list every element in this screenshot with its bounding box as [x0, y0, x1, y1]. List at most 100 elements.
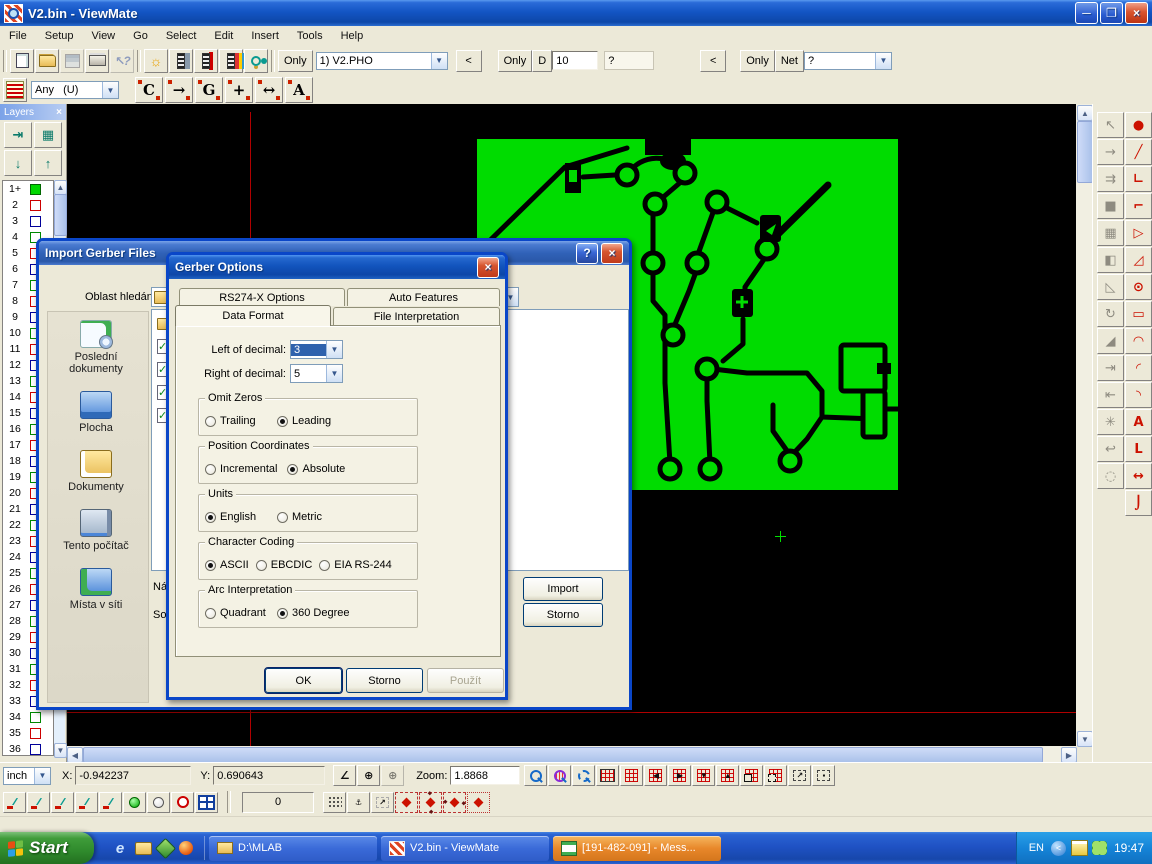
place-desktop[interactable]: Plocha — [48, 391, 144, 434]
tray-app-icon[interactable] — [1071, 840, 1088, 856]
pad-pattern-3-button[interactable] — [443, 792, 466, 813]
chevron-down-icon[interactable]: ▼ — [431, 53, 447, 69]
film-target-button[interactable] — [194, 49, 218, 73]
draw-arc-ccw-tool[interactable]: ◜ — [1125, 355, 1152, 381]
scroll-up-button[interactable]: ▲ — [54, 180, 67, 195]
pan-left-button[interactable]: ◀ — [644, 765, 667, 786]
help-button[interactable]: ? — [576, 243, 598, 264]
measure-pad-button[interactable] — [51, 792, 74, 813]
tab-auto-features[interactable]: Auto Features — [347, 288, 500, 306]
gerber-cancel-button[interactable]: Storno — [346, 668, 423, 693]
zoom-window-button[interactable] — [572, 765, 595, 786]
dcode-goto-button[interactable]: → — [165, 77, 193, 103]
pan-right-button[interactable]: ▶ — [668, 765, 691, 786]
left-of-decimal-select[interactable]: 3 ▼ — [290, 340, 343, 359]
copy-tool[interactable]: ⇉ — [1097, 166, 1124, 192]
aperture-grid-button[interactable] — [3, 78, 27, 102]
rotate-tool[interactable]: ↻ — [1097, 301, 1124, 327]
draw-circle-tool[interactable]: ⊙ — [1125, 274, 1152, 300]
grid-snap-button[interactable] — [740, 765, 763, 786]
vertical-scroll-thumb[interactable] — [1077, 121, 1093, 183]
draw-bend-tool[interactable]: ⌡ — [1125, 490, 1152, 516]
place-network[interactable]: Místa v síti — [48, 568, 144, 611]
film-colors-button[interactable] — [219, 49, 243, 73]
radio-option[interactable]: ASCII — [205, 559, 249, 571]
scroll-right-button[interactable]: ▶ — [1061, 747, 1077, 763]
horizontal-scroll-thumb[interactable] — [83, 747, 1043, 763]
ie-quicklaunch-icon[interactable]: e — [111, 839, 129, 857]
measure-edge-button[interactable] — [75, 792, 98, 813]
menu-item[interactable]: Insert — [242, 28, 288, 44]
layer-color-swatch[interactable] — [30, 184, 41, 195]
new-file-button[interactable] — [10, 49, 34, 73]
undo-tool[interactable]: ↩ — [1097, 436, 1124, 462]
chevron-down-icon[interactable]: ▼ — [326, 365, 342, 382]
dcode-aperture-button[interactable]: A — [285, 77, 313, 103]
only-dcode-button[interactable]: Only — [498, 50, 533, 72]
canvas-vertical-scrollbar[interactable]: ▲ ▼ — [1076, 104, 1092, 746]
radio-icon[interactable] — [277, 512, 288, 523]
highlight-off-button[interactable] — [147, 792, 170, 813]
layer-color-swatch[interactable] — [30, 712, 41, 723]
layer-row[interactable]: 1+ — [3, 181, 53, 197]
dcode-input[interactable]: 10 — [552, 51, 598, 70]
grid-dots-button[interactable] — [323, 792, 346, 813]
layer-color-swatch[interactable] — [30, 200, 41, 211]
chevron-down-icon[interactable]: ▼ — [102, 82, 118, 98]
task-messenger[interactable]: [191-482-091] - Mess... — [553, 836, 721, 861]
open-file-button[interactable] — [35, 49, 59, 73]
draw-corner-tool[interactable]: ⌐ — [1125, 193, 1152, 219]
radio-option[interactable]: EIA RS-244 — [319, 559, 391, 571]
tray-chevron-icon[interactable]: < — [1051, 841, 1066, 856]
menu-item[interactable]: Select — [157, 28, 206, 44]
previous-net-button[interactable]: < — [700, 50, 726, 72]
ok-button[interactable]: OK — [265, 668, 342, 693]
radio-icon[interactable] — [205, 560, 216, 571]
radio-icon[interactable] — [277, 416, 288, 427]
radio-option[interactable]: English — [205, 511, 267, 523]
minimize-button[interactable]: ─ — [1075, 2, 1098, 24]
draw-triangle-tool[interactable]: ◿ — [1125, 247, 1152, 273]
radio-option[interactable]: Metric — [277, 511, 339, 523]
menu-item[interactable]: Edit — [205, 28, 242, 44]
copy-layer-tool[interactable]: ⇤ — [1097, 382, 1124, 408]
angle-measure-button[interactable]: ∠ — [333, 765, 356, 786]
draw-pad-tool[interactable]: ● — [1125, 112, 1152, 138]
draw-fan-tool[interactable]: ▷ — [1125, 220, 1152, 246]
layer-row[interactable]: 34 — [3, 709, 53, 725]
task-viewmate[interactable]: V2.bin - ViewMate — [381, 836, 549, 861]
layers-panel-titlebar[interactable]: Layers × — [0, 104, 66, 120]
pan-down-button[interactable]: ▼ — [692, 765, 715, 786]
anchor-button[interactable]: ⚓ — [347, 792, 370, 813]
pad-pattern-1-button[interactable] — [395, 792, 418, 813]
import-cancel-button[interactable]: Storno — [523, 603, 603, 627]
relative-origin-button[interactable]: ⊕ — [381, 765, 404, 786]
previous-layer-button[interactable]: < — [456, 50, 482, 72]
menu-item[interactable]: File — [0, 28, 36, 44]
layer-up-button[interactable]: ↑ — [34, 150, 62, 176]
net-label-button[interactable]: Net — [775, 50, 804, 72]
pad-pattern-4-button[interactable] — [467, 792, 490, 813]
measure-line-button[interactable] — [27, 792, 50, 813]
dcode-g-button[interactable]: G — [195, 77, 223, 103]
film-view-button[interactable] — [169, 49, 193, 73]
grid-edit-button[interactable] — [764, 765, 787, 786]
pan-up-button[interactable]: ▲ — [716, 765, 739, 786]
radio-option[interactable]: Quadrant — [205, 607, 267, 619]
chevron-down-icon[interactable]: ▼ — [326, 341, 342, 358]
paint-pad-tool[interactable]: ■ — [1097, 193, 1124, 219]
settings-tool[interactable]: ✳ — [1097, 409, 1124, 435]
menu-item[interactable]: Tools — [288, 28, 332, 44]
pad-pattern-2-button[interactable] — [419, 792, 442, 813]
layer-color-swatch[interactable] — [30, 216, 41, 227]
draw-curve-tool[interactable]: ◠ — [1125, 328, 1152, 354]
only-layer-button[interactable]: Only — [278, 50, 313, 72]
layer-color-swatch[interactable] — [30, 728, 41, 739]
radio-icon[interactable] — [277, 608, 288, 619]
task-mlab-folder[interactable]: D:\MLAB — [209, 836, 377, 861]
dimension-tool[interactable]: ↔ — [1125, 463, 1152, 489]
zoom-selection-button[interactable] — [548, 765, 571, 786]
zoom-value-input[interactable]: 1.8868 — [450, 766, 520, 785]
radio-icon[interactable] — [256, 560, 267, 571]
layer-down-button[interactable]: ↓ — [4, 150, 32, 176]
